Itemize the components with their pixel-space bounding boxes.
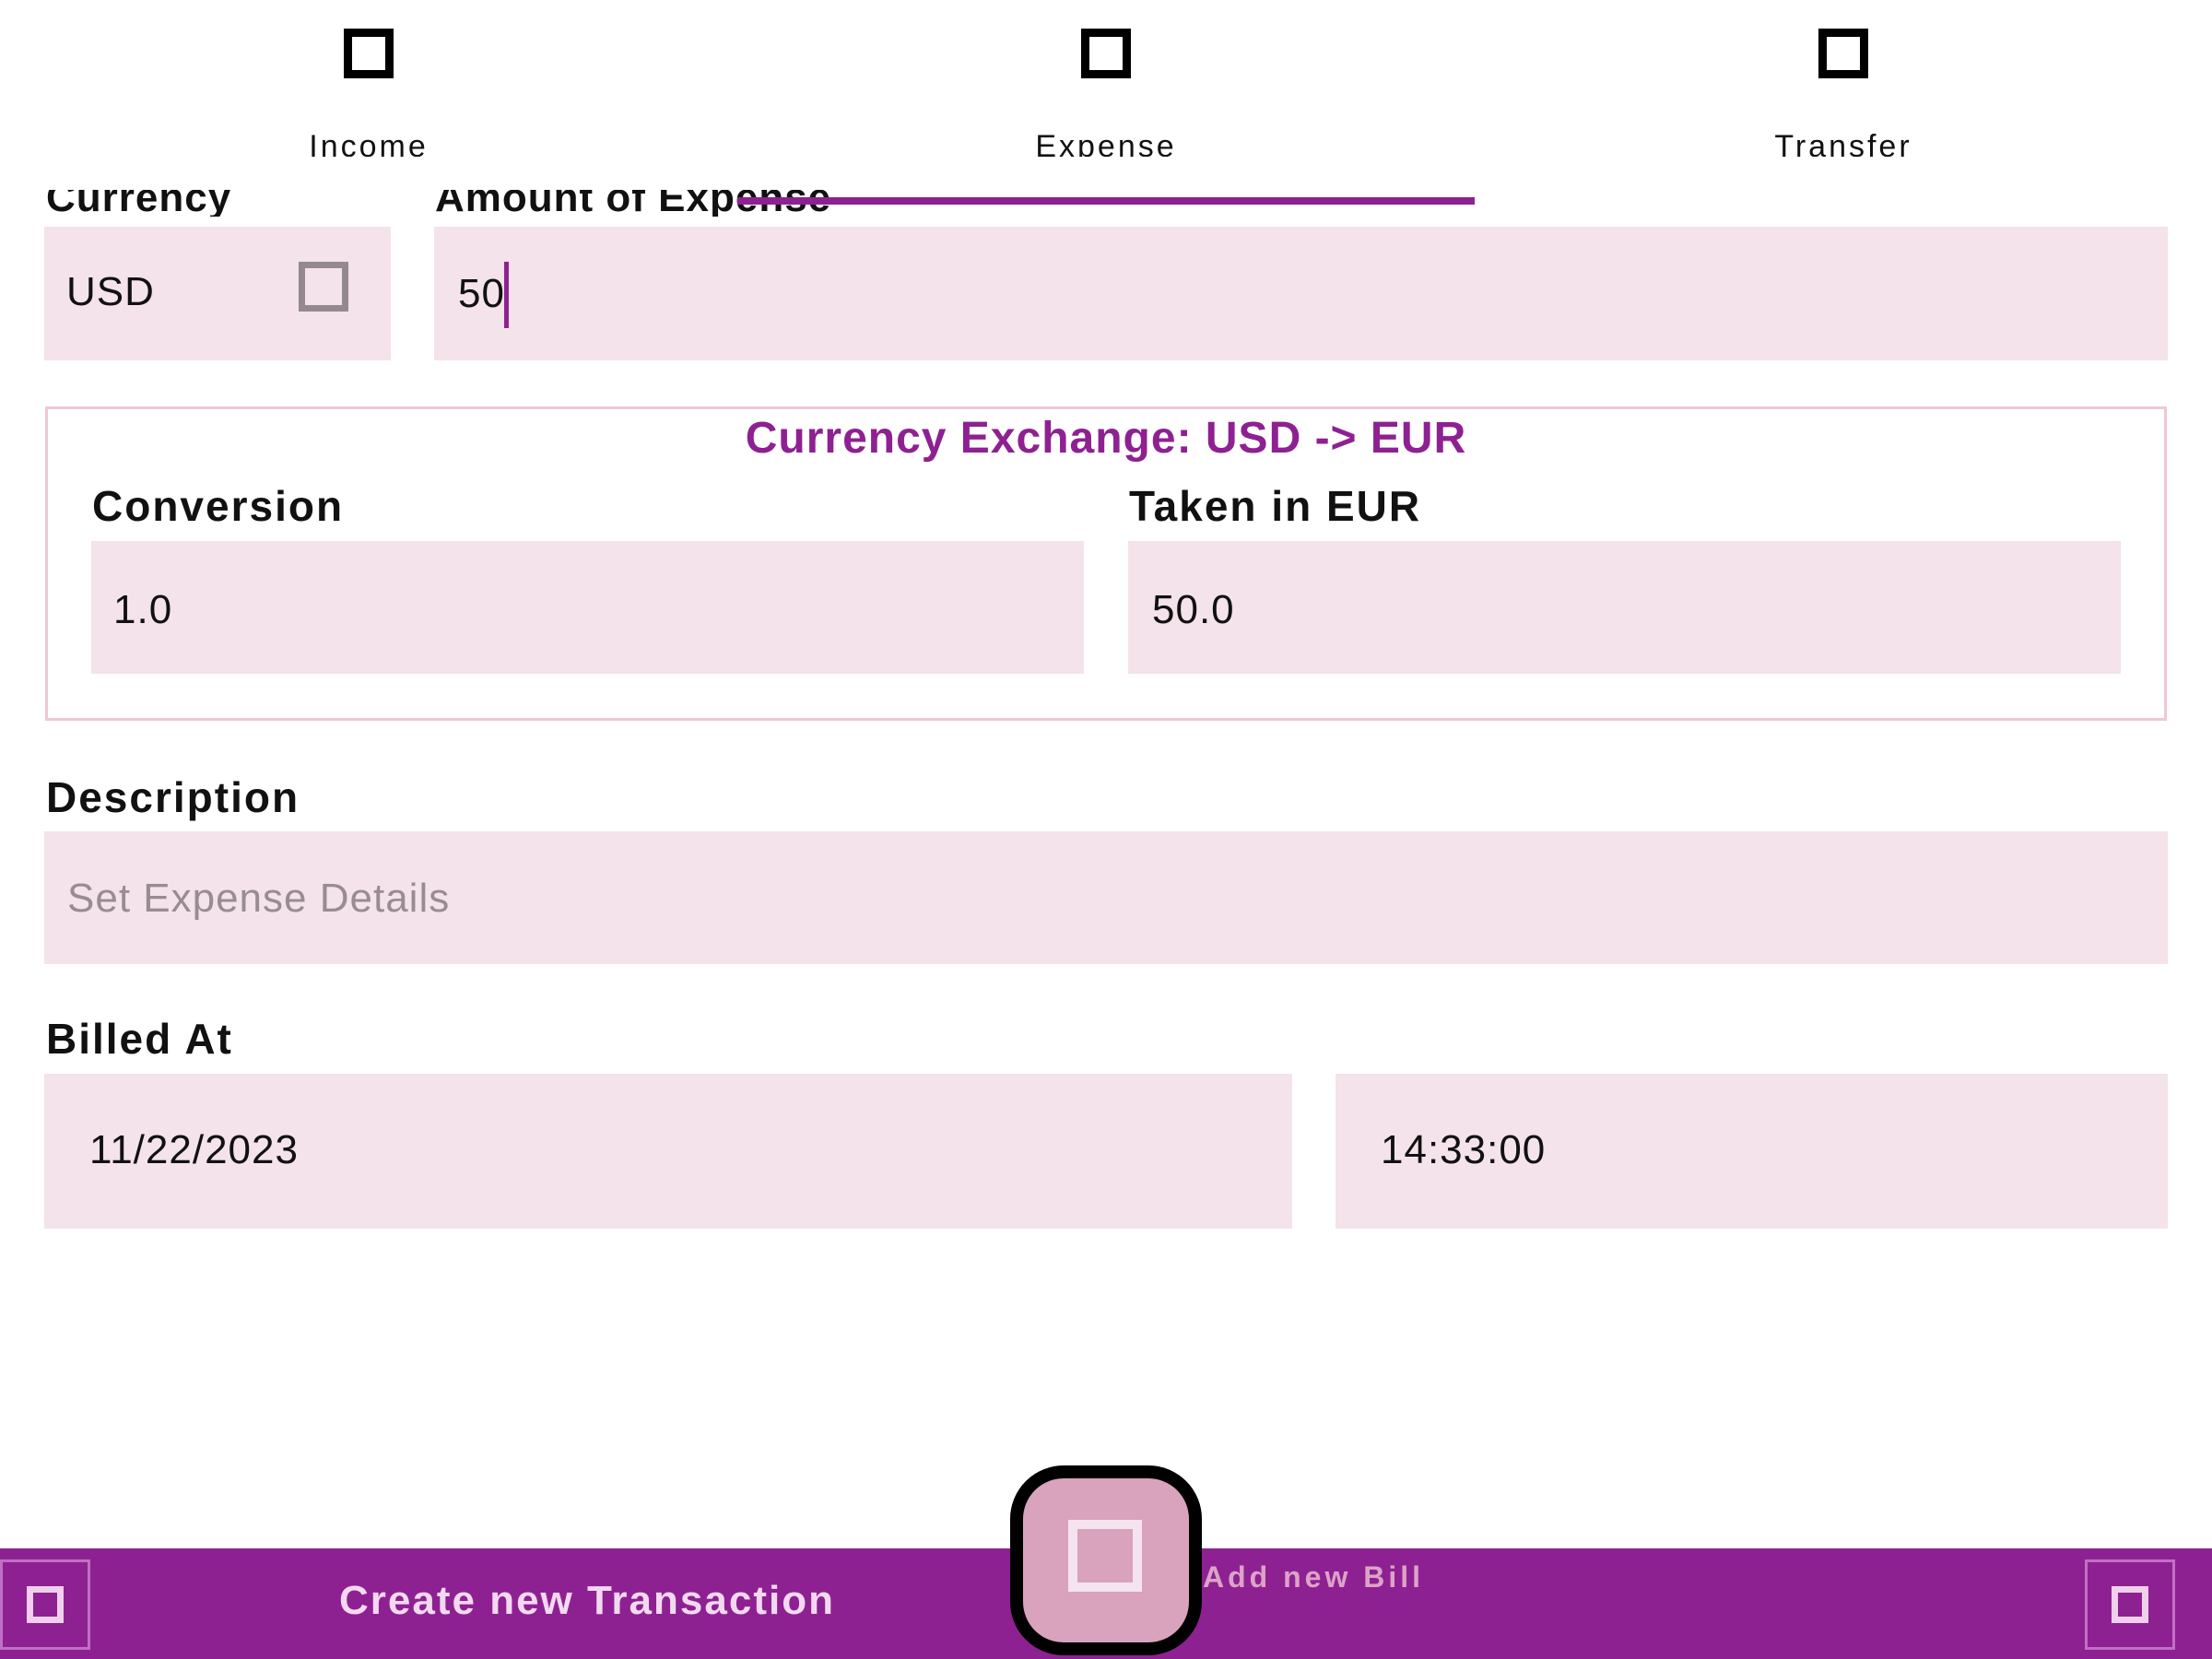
dropdown-icon <box>299 262 348 312</box>
conversion-label: Conversion <box>92 482 345 530</box>
billed-time-input[interactable]: 14:33:00 <box>1335 1074 2168 1229</box>
add-bill-fab[interactable] <box>1010 1465 1202 1655</box>
description-label: Description <box>46 773 300 821</box>
currency-select[interactable]: USD <box>44 227 391 360</box>
conversion-input[interactable]: 1.0 <box>91 541 1084 674</box>
amount-input[interactable]: 50 <box>434 227 2168 360</box>
right-bar-button[interactable] <box>2085 1559 2175 1650</box>
amount-value: 50 <box>458 271 505 316</box>
description-placeholder: Set Expense Details <box>67 876 451 921</box>
text-caret <box>504 262 509 328</box>
billed-at-label: Billed At <box>46 1015 233 1063</box>
square-icon <box>27 1586 64 1623</box>
conversion-value: 1.0 <box>113 587 173 632</box>
left-bar-button[interactable] <box>0 1559 90 1650</box>
add-bill-label[interactable]: Add new Bill <box>1203 1560 1424 1594</box>
square-icon <box>1081 29 1131 78</box>
description-input[interactable]: Set Expense Details <box>44 831 2168 964</box>
taken-in-eur-input[interactable]: 50.0 <box>1128 541 2121 674</box>
square-icon <box>1068 1520 1142 1592</box>
square-icon <box>1818 29 1868 78</box>
square-icon <box>2112 1586 2148 1623</box>
square-icon <box>344 29 394 78</box>
taken-in-eur-label: Taken in EUR <box>1129 482 1422 530</box>
tab-bar-backdrop <box>0 157 2212 190</box>
currency-value: USD <box>66 269 155 314</box>
billed-date-input[interactable]: 11/22/2023 <box>44 1074 1292 1229</box>
taken-in-eur-value: 50.0 <box>1152 587 1235 632</box>
create-transaction-label[interactable]: Create new Transaction <box>339 1578 835 1624</box>
billed-time-value: 14:33:00 <box>1381 1127 1547 1172</box>
tab-selected-indicator <box>737 197 1475 205</box>
billed-date-value: 11/22/2023 <box>89 1127 299 1172</box>
currency-exchange-title: Currency Exchange: USD -> EUR <box>745 414 1467 463</box>
